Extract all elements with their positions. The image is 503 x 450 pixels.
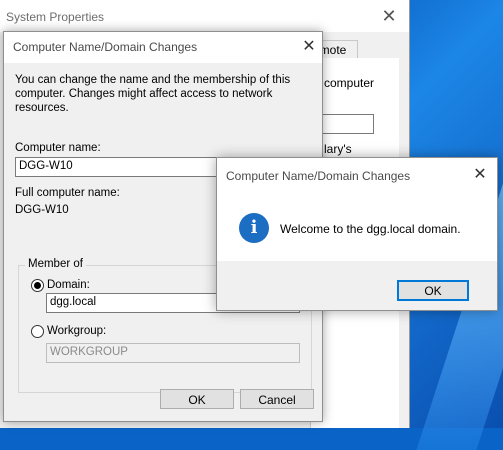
cancel-button[interactable]: Cancel: [240, 389, 314, 409]
partial-input[interactable]: [322, 114, 374, 134]
message-box-titlebar[interactable]: Computer Name/Domain Changes ✕: [217, 158, 497, 191]
welcome-message-box: Computer Name/Domain Changes ✕ i Welcome…: [216, 157, 498, 311]
ok-button[interactable]: OK: [160, 389, 234, 409]
system-properties-title: System Properties: [6, 10, 105, 24]
radio-selected-dot: [34, 282, 41, 289]
partial-text: lary's: [324, 142, 352, 156]
full-computer-name-value: DGG-W10: [15, 204, 69, 216]
domain-label: Domain:: [47, 279, 90, 291]
full-computer-name-label: Full computer name:: [15, 187, 120, 199]
workgroup-input: WORKGROUP: [46, 343, 300, 363]
dialog-intro-text: You can change the name and the membersh…: [15, 74, 291, 114]
workgroup-label: Workgroup:: [47, 325, 107, 337]
dialog-title: Computer Name/Domain Changes: [13, 40, 198, 54]
domain-radio[interactable]: [31, 279, 44, 292]
close-icon[interactable]: ✕: [296, 34, 322, 60]
partial-text: computer: [324, 76, 375, 90]
dialog-titlebar[interactable]: Computer Name/Domain Changes ✕: [4, 32, 322, 63]
member-of-label: Member of: [25, 258, 86, 270]
computer-name-label: Computer name:: [15, 142, 101, 154]
system-properties-titlebar[interactable]: System Properties ✕: [0, 0, 409, 32]
message-box-body: i Welcome to the dgg.local domain.: [217, 191, 497, 261]
message-ok-button[interactable]: OK: [397, 280, 469, 301]
close-icon[interactable]: ✕: [467, 162, 493, 188]
message-box-title: Computer Name/Domain Changes: [226, 169, 411, 183]
information-icon: i: [239, 213, 269, 243]
close-icon[interactable]: ✕: [374, 3, 404, 29]
welcome-message-text: Welcome to the dgg.local domain.: [280, 222, 461, 236]
workgroup-radio[interactable]: [31, 325, 44, 338]
